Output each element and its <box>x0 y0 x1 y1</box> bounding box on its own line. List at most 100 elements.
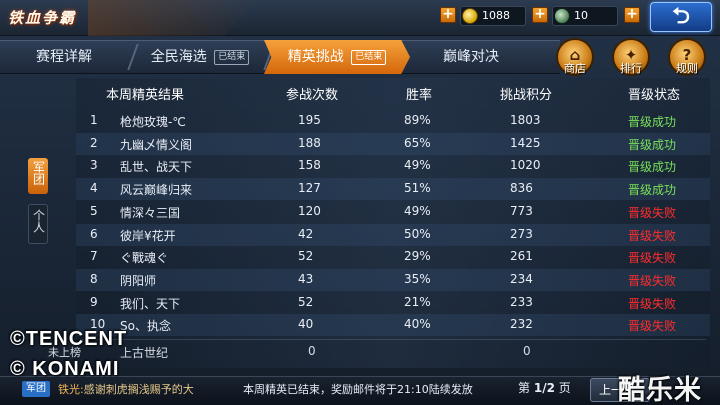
chat-text: 感谢刺虎搁浅赐予的大 <box>83 383 194 396</box>
divider <box>80 339 706 340</box>
table-row: 3 乱世、战天下 158 49% 1020 晋级成功 <box>76 155 710 177</box>
score-cell: 233 <box>510 294 533 309</box>
win-rate-cell: 89% <box>404 113 431 127</box>
status-cell: 晋级失败 <box>628 251 677 266</box>
win-rate-cell: 65% <box>404 135 431 150</box>
name-cell: 乱世、战天下 <box>120 160 193 175</box>
win-rate-cell: 50% <box>404 226 431 241</box>
rank-cell: 7 <box>90 249 98 264</box>
rank-label: 排行 <box>620 62 642 75</box>
battles-cell: 42 <box>298 226 314 241</box>
rank-cell: 1 <box>90 113 98 127</box>
table-row: 7 ぐ戰魂ぐ 52 29% 261 晋级失败 <box>76 246 710 268</box>
score-cell: 836 <box>510 181 533 196</box>
name-cell: 彼岸¥花开 <box>120 228 176 243</box>
status-cell: 晋级成功 <box>628 160 677 175</box>
battles-cell: 188 <box>298 135 321 150</box>
konami-watermark: © KONAMI <box>10 358 120 380</box>
name-cell: 九幽乄情义阁 <box>120 137 193 152</box>
tab-label: 全民海选 <box>150 49 207 65</box>
score-cell: 773 <box>510 203 533 218</box>
table-row: 8 阴阳师 43 35% 234 晋级失败 <box>76 268 710 291</box>
tab-label: 精英挑战 <box>287 49 344 65</box>
status-cell: 晋级成功 <box>628 183 677 198</box>
table-row: 1 枪炮玫瑰-℃ 195 89% 1803 晋级成功 <box>76 110 710 132</box>
score-cell: 234 <box>510 271 533 286</box>
rank-cell: 6 <box>90 226 98 241</box>
chat-channel-badge[interactable]: 军团 <box>22 381 50 397</box>
score-cell: 1425 <box>510 135 541 150</box>
add-honor-button[interactable]: + <box>624 7 640 23</box>
status-cell: 晋级成功 <box>628 115 677 129</box>
ended-badge: 已结束 <box>351 50 387 65</box>
battles-cell: 43 <box>298 271 314 286</box>
back-button[interactable]: ⮌ <box>650 2 712 32</box>
self-row: 未上榜 上古世纪 0 0 <box>48 341 710 363</box>
site-watermark: 酷乐米 <box>618 375 702 405</box>
score-cell: 261 <box>510 249 533 264</box>
table-row: 10 So、执念 40 40% 232 晋级失败 <box>76 314 710 337</box>
score-cell: 1020 <box>510 158 541 173</box>
header-status: 晋级状态 <box>628 88 681 103</box>
win-rate-cell: 21% <box>404 294 431 309</box>
shield-icon <box>554 8 570 24</box>
tab-elite-challenge[interactable]: 精英挑战 已结束 <box>264 40 410 74</box>
add-gold-button-2[interactable]: + <box>532 7 548 23</box>
tab-personal[interactable]: 个人 <box>28 204 48 244</box>
tab-label: 巅峰对决 <box>443 49 499 65</box>
tab-schedule[interactable]: 赛程详解 <box>0 40 139 74</box>
self-name: 上古世纪 <box>120 346 169 360</box>
status-cell: 晋级失败 <box>628 296 677 311</box>
win-rate-cell: 29% <box>404 249 431 264</box>
win-rate-cell: 49% <box>404 158 431 173</box>
header-win-rate: 胜率 <box>406 88 433 103</box>
page-prefix: 第 <box>518 381 531 395</box>
header-battles: 参战次数 <box>286 88 339 103</box>
name-cell: 枪炮玫瑰-℃ <box>120 115 186 129</box>
win-rate-cell: 40% <box>404 317 431 332</box>
name-cell: 情深々三国 <box>120 205 181 220</box>
status-cell: 晋级失败 <box>628 319 677 334</box>
battles-cell: 158 <box>298 158 321 173</box>
score-cell: 1803 <box>510 113 541 127</box>
page-indicator: 第 1/2 页 <box>518 379 571 396</box>
win-rate-cell: 51% <box>404 181 431 196</box>
name-cell: ぐ戰魂ぐ <box>120 251 169 266</box>
header-score: 挑战积分 <box>500 88 553 103</box>
table-row: 5 情深々三国 120 49% 773 晋级失败 <box>76 201 710 223</box>
battles-cell: 120 <box>298 203 321 218</box>
battles-cell: 52 <box>298 294 314 309</box>
chat-sender: 铁光: <box>58 383 84 396</box>
score-cell: 273 <box>510 226 533 241</box>
rank-cell: 3 <box>90 158 98 173</box>
status-cell: 晋级失败 <box>628 228 677 243</box>
add-gold-button[interactable]: + <box>440 7 456 23</box>
page-value: 1/2 <box>533 381 555 395</box>
table-row: 6 彼岸¥花开 42 50% 273 晋级失败 <box>76 223 710 246</box>
rules-label: 规则 <box>676 62 698 75</box>
name-cell: 风云巅峰归来 <box>120 183 193 198</box>
tab-peak-duel[interactable]: 巅峰对决 <box>416 40 526 74</box>
score-cell: 232 <box>510 317 533 332</box>
gold-amount: 1088 <box>482 9 510 22</box>
battles-cell: 127 <box>298 181 321 196</box>
tab-audition[interactable]: 全民海选 已结束 <box>136 40 275 74</box>
rank-cell: 2 <box>90 135 98 150</box>
name-cell: So、执念 <box>120 319 171 334</box>
status-cell: 晋级成功 <box>628 137 677 152</box>
rank-cell: 9 <box>90 294 98 309</box>
tab-label: 赛程详解 <box>36 49 92 65</box>
battles-cell: 52 <box>298 249 314 264</box>
status-cell: 晋级失败 <box>628 273 677 288</box>
rank-cell: 8 <box>90 271 98 286</box>
battles-cell: 195 <box>298 113 321 127</box>
chat-message[interactable]: 铁光:感谢刺虎搁浅赐予的大 <box>58 381 194 397</box>
rank-cell: 4 <box>90 181 98 196</box>
win-rate-cell: 35% <box>404 271 431 286</box>
personal-label: 个人 <box>31 209 46 233</box>
back-arrow-icon: ⮌ <box>672 4 690 29</box>
win-rate-cell: 49% <box>404 203 431 218</box>
name-cell: 阴阳师 <box>120 273 157 288</box>
rank-cell: 5 <box>90 203 98 218</box>
tab-army[interactable]: 军团 <box>28 158 48 194</box>
